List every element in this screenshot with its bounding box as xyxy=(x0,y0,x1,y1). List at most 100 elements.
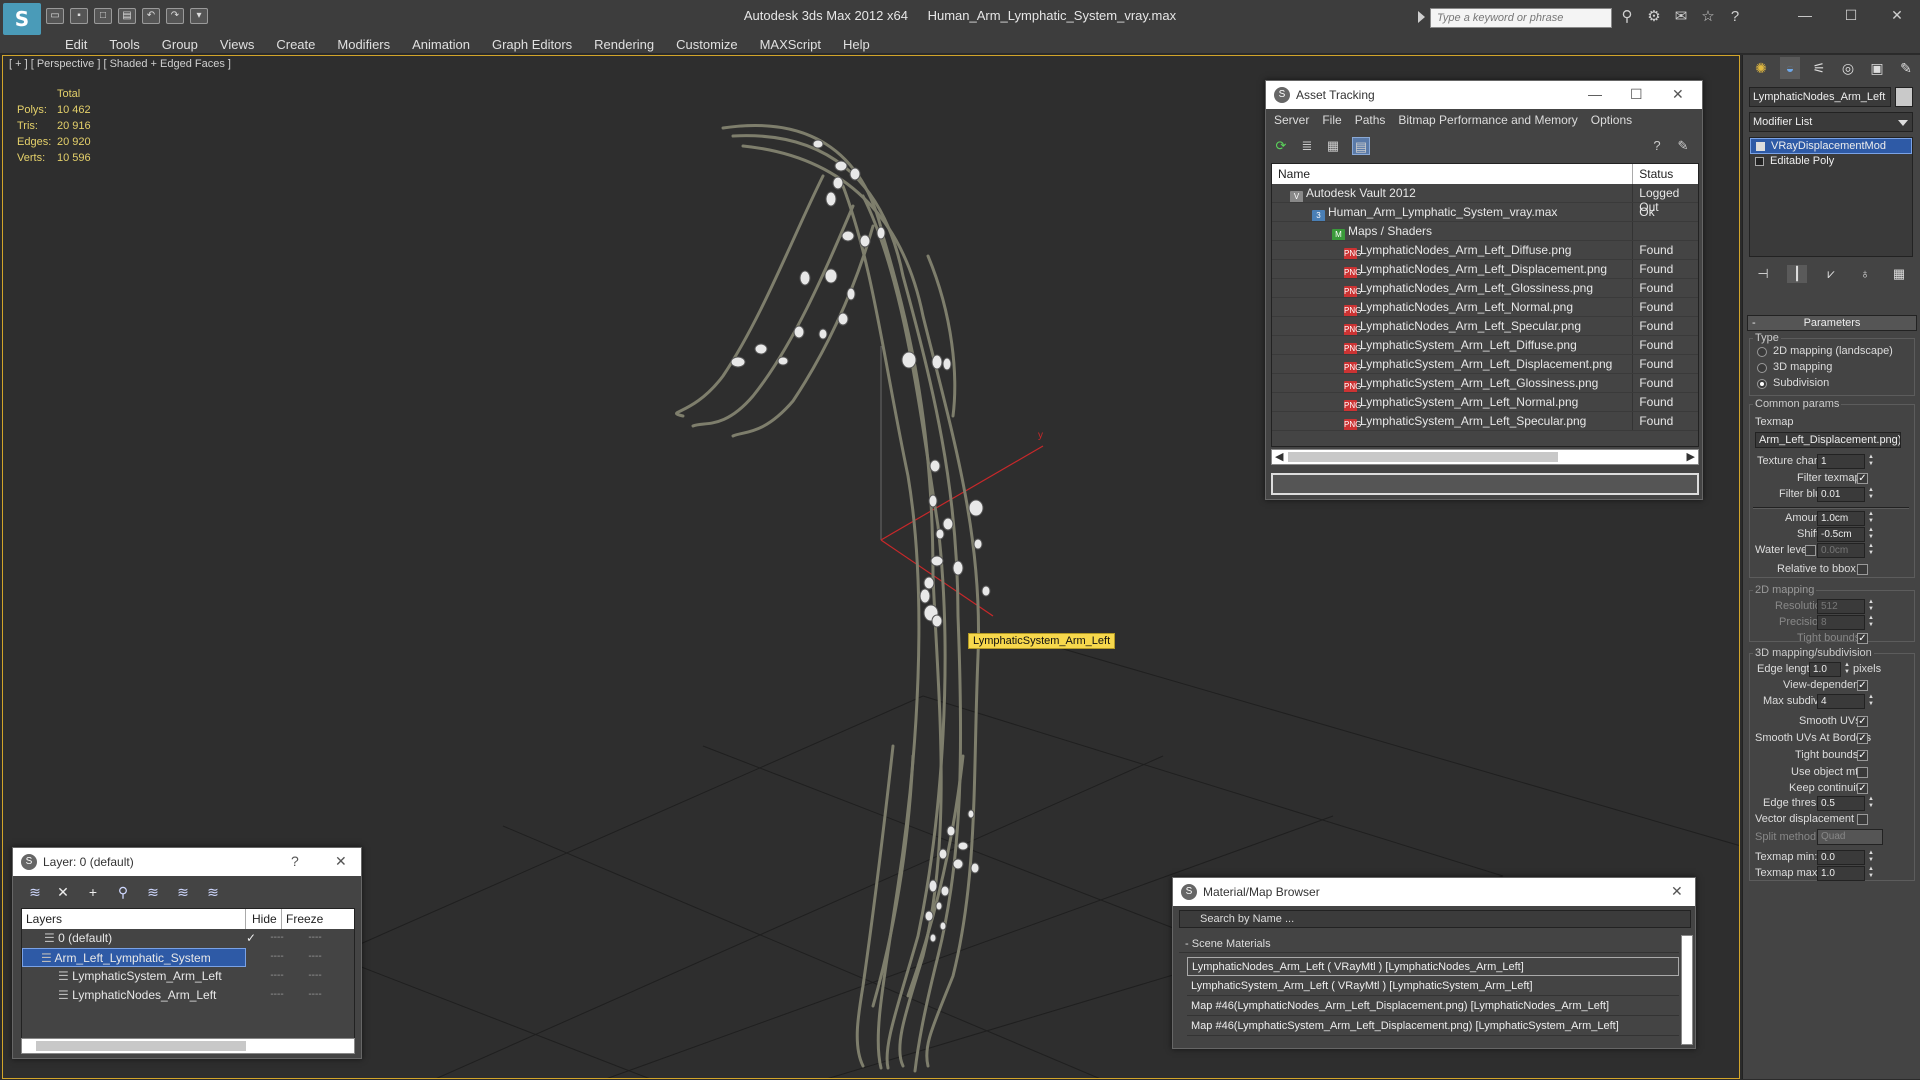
utilities-tab-icon[interactable]: ✎ xyxy=(1896,57,1916,79)
menu-maxscript[interactable]: MAXScript xyxy=(749,34,832,55)
radio-subdivision[interactable] xyxy=(1757,379,1767,389)
layer-name-cell[interactable]: ☰ Arm_Left_Lymphatic_System xyxy=(22,948,246,967)
add-to-layer-icon[interactable]: + xyxy=(83,882,103,902)
open-file-icon[interactable]: ▭ xyxy=(46,8,64,24)
menu-help[interactable]: Help xyxy=(832,34,881,55)
modify-tab-icon[interactable]: ◒ xyxy=(1780,57,1800,79)
active-layer-check[interactable]: ✓ xyxy=(246,929,258,948)
new-scene-icon[interactable]: □ xyxy=(94,8,112,24)
lightbulb-icon[interactable] xyxy=(1756,142,1765,151)
column-name[interactable]: Name xyxy=(1272,164,1634,184)
radio-2d-mapping[interactable] xyxy=(1757,347,1767,357)
menu-rendering[interactable]: Rendering xyxy=(583,34,665,55)
pin-stack-icon[interactable]: ⊣ xyxy=(1753,265,1773,283)
menu-server[interactable]: Server xyxy=(1274,113,1309,129)
refresh-icon[interactable]: ⟳ xyxy=(1272,137,1290,155)
lymphatic-vessels[interactable] xyxy=(675,124,981,1073)
spinner-arrows-icon[interactable]: ▲ ▼ xyxy=(1843,662,1851,677)
hide-all-icon[interactable]: ≋ xyxy=(173,882,193,902)
menu-animation[interactable]: Animation xyxy=(401,34,481,55)
tight-bounds-3d-checkbox[interactable]: ✓ xyxy=(1857,750,1868,761)
save-file-icon[interactable]: ▪ xyxy=(70,8,88,24)
asset-row[interactable]: PNGLymphaticSystem_Arm_Left_Displacement… xyxy=(1272,355,1698,374)
menu-group[interactable]: Group xyxy=(151,34,209,55)
show-end-result-icon[interactable]: ┃ xyxy=(1787,265,1807,283)
freeze-toggle[interactable]: ---- xyxy=(296,948,334,967)
object-color-swatch[interactable] xyxy=(1895,87,1913,107)
asset-row[interactable]: PNGLymphaticNodes_Arm_Left_Diffuse.png Fo… xyxy=(1272,241,1698,260)
select-objects-icon[interactable]: ⚲ xyxy=(113,882,133,902)
motion-tab-icon[interactable]: ◎ xyxy=(1838,57,1858,79)
create-tab-icon[interactable]: ✺ xyxy=(1751,57,1771,79)
highlight-layer-icon[interactable]: ≋ xyxy=(143,882,163,902)
texmap-min-spinner[interactable]: 0.0 xyxy=(1817,850,1865,865)
freeze-all-icon[interactable]: ≋ xyxy=(203,882,223,902)
options-icon[interactable]: ✎ xyxy=(1674,137,1692,155)
use-object-mtl-checkbox[interactable] xyxy=(1857,767,1868,778)
spinner-arrows-icon[interactable]: ▲ ▼ xyxy=(1867,615,1875,630)
remove-modifier-icon[interactable]: ♁ xyxy=(1855,265,1875,283)
expand-icon[interactable] xyxy=(1755,157,1764,166)
configure-modifier-sets-icon[interactable]: ▦ xyxy=(1889,265,1909,283)
minimize-icon[interactable]: — xyxy=(1782,0,1828,30)
spinner-arrows-icon[interactable]: ▲ ▼ xyxy=(1867,511,1875,526)
vector-disp-checkbox[interactable] xyxy=(1857,814,1868,825)
asset-row[interactable]: PNGLymphaticNodes_Arm_Left_Displacement.… xyxy=(1272,260,1698,279)
spinner-arrows-icon[interactable]: ▲ ▼ xyxy=(1867,454,1875,469)
spinner-arrows-icon[interactable]: ▲ ▼ xyxy=(1867,866,1875,881)
favorites-star-icon[interactable]: ☆ xyxy=(1699,8,1717,26)
asset-row[interactable]: V Autodesk Vault 2012 Logged Out xyxy=(1272,184,1698,214)
menu-bitmap-performance[interactable]: Bitmap Performance and Memory xyxy=(1398,113,1577,129)
asset-tracking-titlebar[interactable]: S Asset Tracking — ☐ ✕ xyxy=(1266,81,1702,109)
menu-edit[interactable]: Edit xyxy=(54,34,98,55)
scrollbar-thumb[interactable] xyxy=(36,1041,246,1051)
material-row[interactable]: Map #46(LymphaticNodes_Arm_Left_Displace… xyxy=(1187,997,1679,1016)
filter-texmap-checkbox[interactable]: ✓ xyxy=(1857,473,1868,484)
relative-bbox-checkbox[interactable] xyxy=(1857,564,1868,575)
menu-views[interactable]: Views xyxy=(209,34,265,55)
active-layer-check[interactable] xyxy=(246,948,258,967)
viewport-label[interactable]: [ + ] [ Perspective ] [ Shaded + Edged F… xyxy=(9,58,231,70)
spinner-arrows-icon[interactable]: ▲ ▼ xyxy=(1867,527,1875,542)
view-dependent-checkbox[interactable]: ✓ xyxy=(1857,680,1868,691)
communication-icon[interactable]: ✉ xyxy=(1672,8,1690,26)
precision-spinner[interactable]: 8 xyxy=(1817,615,1865,630)
close-icon[interactable]: ✕ xyxy=(1874,0,1920,30)
menu-file[interactable]: File xyxy=(1322,113,1341,129)
asset-row[interactable]: PNGLymphaticSystem_Arm_Left_Specular.png… xyxy=(1272,412,1698,431)
display-tab-icon[interactable]: ▣ xyxy=(1867,57,1887,79)
asset-horizontal-scrollbar[interactable]: ◀ ▶ xyxy=(1271,449,1699,465)
max-subdivs-spinner[interactable]: 4 xyxy=(1817,694,1865,709)
search-expand-icon[interactable] xyxy=(1418,11,1425,23)
spinner-arrows-icon[interactable]: ▲ ▼ xyxy=(1867,850,1875,865)
material-vertical-scrollbar[interactable] xyxy=(1681,935,1693,1045)
stack-item-vray-displacement[interactable]: VRayDisplacementMod xyxy=(1750,138,1912,154)
material-row[interactable]: Map #46(LymphaticSystem_Arm_Left_Displac… xyxy=(1187,1017,1679,1036)
layer-manager-titlebar[interactable]: S Layer: 0 (default) ? ✕ xyxy=(13,848,361,876)
hold-icon[interactable]: ▤ xyxy=(118,8,136,24)
thumbnail-view-icon[interactable]: ▦ xyxy=(1324,137,1342,155)
asset-row[interactable]: PNGLymphaticSystem_Arm_Left_Diffuse.png F… xyxy=(1272,336,1698,355)
asset-row[interactable]: 3 Human_Arm_Lymphatic_System_vray.max Ok xyxy=(1272,203,1698,222)
hide-toggle[interactable]: ---- xyxy=(258,929,296,948)
column-layers[interactable]: Layers xyxy=(22,909,246,929)
redo-icon[interactable]: ↷ xyxy=(166,8,184,24)
stack-item-editable-poly[interactable]: Editable Poly xyxy=(1750,154,1912,170)
split-method-dropdown[interactable]: Quad xyxy=(1817,829,1883,845)
freeze-toggle[interactable]: ---- xyxy=(296,929,334,948)
asset-row[interactable]: PNGLymphaticNodes_Arm_Left_Normal.png Fou… xyxy=(1272,298,1698,317)
asset-row[interactable]: M Maps / Shaders xyxy=(1272,222,1698,241)
help-icon[interactable]: ? xyxy=(1648,137,1666,155)
spinner-arrows-icon[interactable]: ▲ ▼ xyxy=(1867,543,1875,558)
material-row[interactable]: LymphaticNodes_Arm_Left ( VRayMtl ) [Lym… xyxy=(1187,957,1679,976)
make-unique-icon[interactable]: ⩗ xyxy=(1821,265,1841,283)
menu-paths[interactable]: Paths xyxy=(1355,113,1386,129)
layer-row[interactable]: ☰ Arm_Left_Lymphatic_System ---- ---- xyxy=(22,948,354,967)
list-view-icon[interactable]: ≣ xyxy=(1298,137,1316,155)
hide-toggle[interactable]: ---- xyxy=(258,986,296,1005)
help-icon[interactable]: ? xyxy=(1726,8,1744,26)
modifier-list-dropdown[interactable]: Modifier List xyxy=(1749,112,1913,132)
water-level-spinner[interactable]: 0.0cm xyxy=(1817,543,1865,558)
binoculars-icon[interactable]: ⚲ xyxy=(1618,8,1636,26)
active-layer-check[interactable] xyxy=(246,967,258,986)
